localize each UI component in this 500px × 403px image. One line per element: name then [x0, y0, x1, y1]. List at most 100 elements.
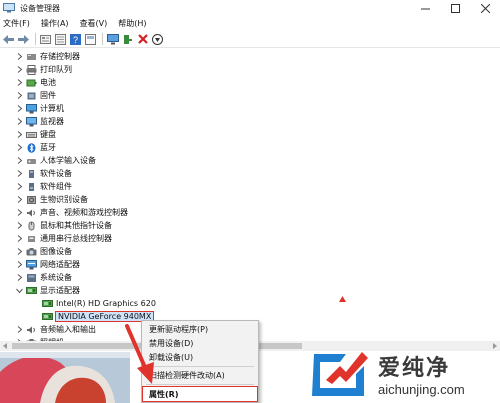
chevron-right-icon[interactable]: [15, 258, 23, 271]
details-icon[interactable]: [84, 33, 97, 46]
menu-properties[interactable]: 属性(R): [149, 389, 178, 400]
chevron-right-icon[interactable]: [15, 128, 23, 141]
menu-help[interactable]: 帮助(H): [118, 18, 146, 29]
toolbar-separator: [35, 33, 36, 45]
svg-text:?: ?: [73, 35, 78, 45]
chevron-right-icon[interactable]: [15, 219, 23, 232]
tree-category-item[interactable]: 音频输入和输出: [0, 323, 96, 336]
software-device-icon: [26, 169, 37, 179]
monitor-icon: [26, 116, 37, 127]
back-icon[interactable]: [2, 33, 15, 46]
display-adapter-icon: [42, 312, 53, 322]
chevron-right-icon[interactable]: [15, 193, 23, 206]
tree-category-item[interactable]: 键盘: [0, 128, 56, 141]
tree-category-item[interactable]: 固件: [0, 89, 56, 102]
red-arrow-annotation: [125, 324, 154, 384]
chevron-right-icon[interactable]: [15, 245, 23, 258]
hid-icon: [26, 156, 37, 166]
tree-item-label: Intel(R) HD Graphics 620: [56, 299, 156, 308]
tree-category-item[interactable]: 监视器: [0, 115, 64, 128]
tree-item-label: 鼠标和其他指针设备: [40, 221, 112, 230]
toolbar: ?: [0, 31, 500, 48]
close-icon[interactable]: [470, 0, 500, 16]
watermark-emblem-icon: [312, 352, 368, 396]
menu-view[interactable]: 查看(V): [80, 18, 108, 29]
tree-item-label: 系统设备: [40, 273, 72, 282]
watermark-logo: 爱纯净 aichunjing.com: [304, 346, 500, 403]
usb-icon: [26, 234, 37, 244]
tree-item-label: 软件设备: [40, 169, 72, 178]
tree-item-label: 键盘: [40, 130, 56, 139]
chevron-right-icon[interactable]: [15, 167, 23, 180]
tree-item-label: NVIDIA GeForce 940MX: [54, 311, 155, 322]
tree-item-label: 生物识别设备: [40, 195, 88, 204]
forward-icon[interactable]: [17, 33, 30, 46]
system-icon: [26, 273, 37, 283]
tree-category-item[interactable]: 系统设备: [0, 271, 72, 284]
chevron-right-icon[interactable]: [15, 141, 23, 154]
tree-category-item[interactable]: 打印队列: [0, 63, 72, 76]
audio-icon: [26, 325, 37, 335]
tree-category-item[interactable]: 显示适配器: [0, 284, 80, 297]
tree-category-item[interactable]: 声音、视频和游戏控制器: [0, 206, 128, 219]
tree-category-item[interactable]: 鼠标和其他指针设备: [0, 219, 112, 232]
tree-item-label: 声音、视频和游戏控制器: [40, 208, 128, 217]
camera-icon: [26, 247, 37, 257]
tree-category-item[interactable]: 图像设备: [0, 245, 72, 258]
tree-item-label: 固件: [40, 91, 56, 100]
tree-child-item[interactable]: Intel(R) HD Graphics 620: [16, 297, 156, 310]
help-icon[interactable]: ?: [69, 33, 82, 46]
tree-category-item[interactable]: 生物识别设备: [0, 193, 88, 206]
properties-icon[interactable]: [39, 33, 52, 46]
title-bar: 设备管理器: [0, 0, 500, 16]
battery-icon: [26, 78, 37, 88]
chevron-right-icon[interactable]: [15, 271, 23, 284]
chevron-down-icon[interactable]: [15, 284, 23, 297]
chevron-right-icon[interactable]: [15, 63, 23, 76]
tree-category-item[interactable]: 存储控制器: [0, 50, 80, 63]
tree-category-item[interactable]: 软件组件: [0, 180, 72, 193]
watermark-url: aichunjing.com: [378, 382, 465, 397]
update-icon[interactable]: [54, 33, 67, 46]
tree-category-item[interactable]: 电池: [0, 76, 56, 89]
tree-category-item[interactable]: 软件设备: [0, 167, 72, 180]
menu-file[interactable]: 文件(F): [3, 18, 30, 29]
tree-item-label: 打印队列: [40, 65, 72, 74]
network-icon: [26, 259, 37, 270]
tree-item-label: 蓝牙: [40, 143, 56, 152]
tree-child-item[interactable]: NVIDIA GeForce 940MX: [16, 310, 155, 323]
sound-icon: [26, 208, 37, 218]
chevron-right-icon[interactable]: [15, 89, 23, 102]
tree-item-label: 存储控制器: [40, 52, 80, 61]
chevron-right-icon[interactable]: [15, 180, 23, 193]
menu-action[interactable]: 操作(A): [41, 18, 69, 29]
monitor-icon[interactable]: [106, 33, 119, 46]
chevron-right-icon[interactable]: [15, 154, 23, 167]
chevron-right-icon[interactable]: [15, 115, 23, 128]
download-icon[interactable]: [151, 33, 164, 46]
chevron-right-icon[interactable]: [15, 232, 23, 245]
tree-category-item[interactable]: 通用串行总线控制器: [0, 232, 112, 245]
window-title: 设备管理器: [20, 3, 60, 13]
chevron-right-icon[interactable]: [15, 206, 23, 219]
tree-category-item[interactable]: 人体学输入设备: [0, 154, 96, 167]
tree-item-label: 显示适配器: [40, 286, 80, 295]
tree-category-item[interactable]: 蓝牙: [0, 141, 56, 154]
tree-item-label: 图像设备: [40, 247, 72, 256]
maximize-icon[interactable]: [440, 0, 470, 16]
remove-icon[interactable]: [136, 33, 149, 46]
keyboard-icon: [26, 130, 37, 140]
chevron-right-icon[interactable]: [15, 323, 23, 336]
biometric-icon: [26, 195, 37, 205]
tree-category-item[interactable]: 网络适配器: [0, 258, 80, 271]
watermark-name: 爱纯净: [378, 356, 451, 381]
chevron-right-icon[interactable]: [15, 102, 23, 115]
minimize-icon[interactable]: [410, 0, 440, 16]
add-hardware-icon[interactable]: [121, 33, 134, 46]
tree-category-item[interactable]: 计算机: [0, 102, 64, 115]
tree-item-label: 人体学输入设备: [40, 156, 96, 165]
chevron-right-icon[interactable]: [15, 76, 23, 89]
chevron-right-icon[interactable]: [15, 50, 23, 63]
